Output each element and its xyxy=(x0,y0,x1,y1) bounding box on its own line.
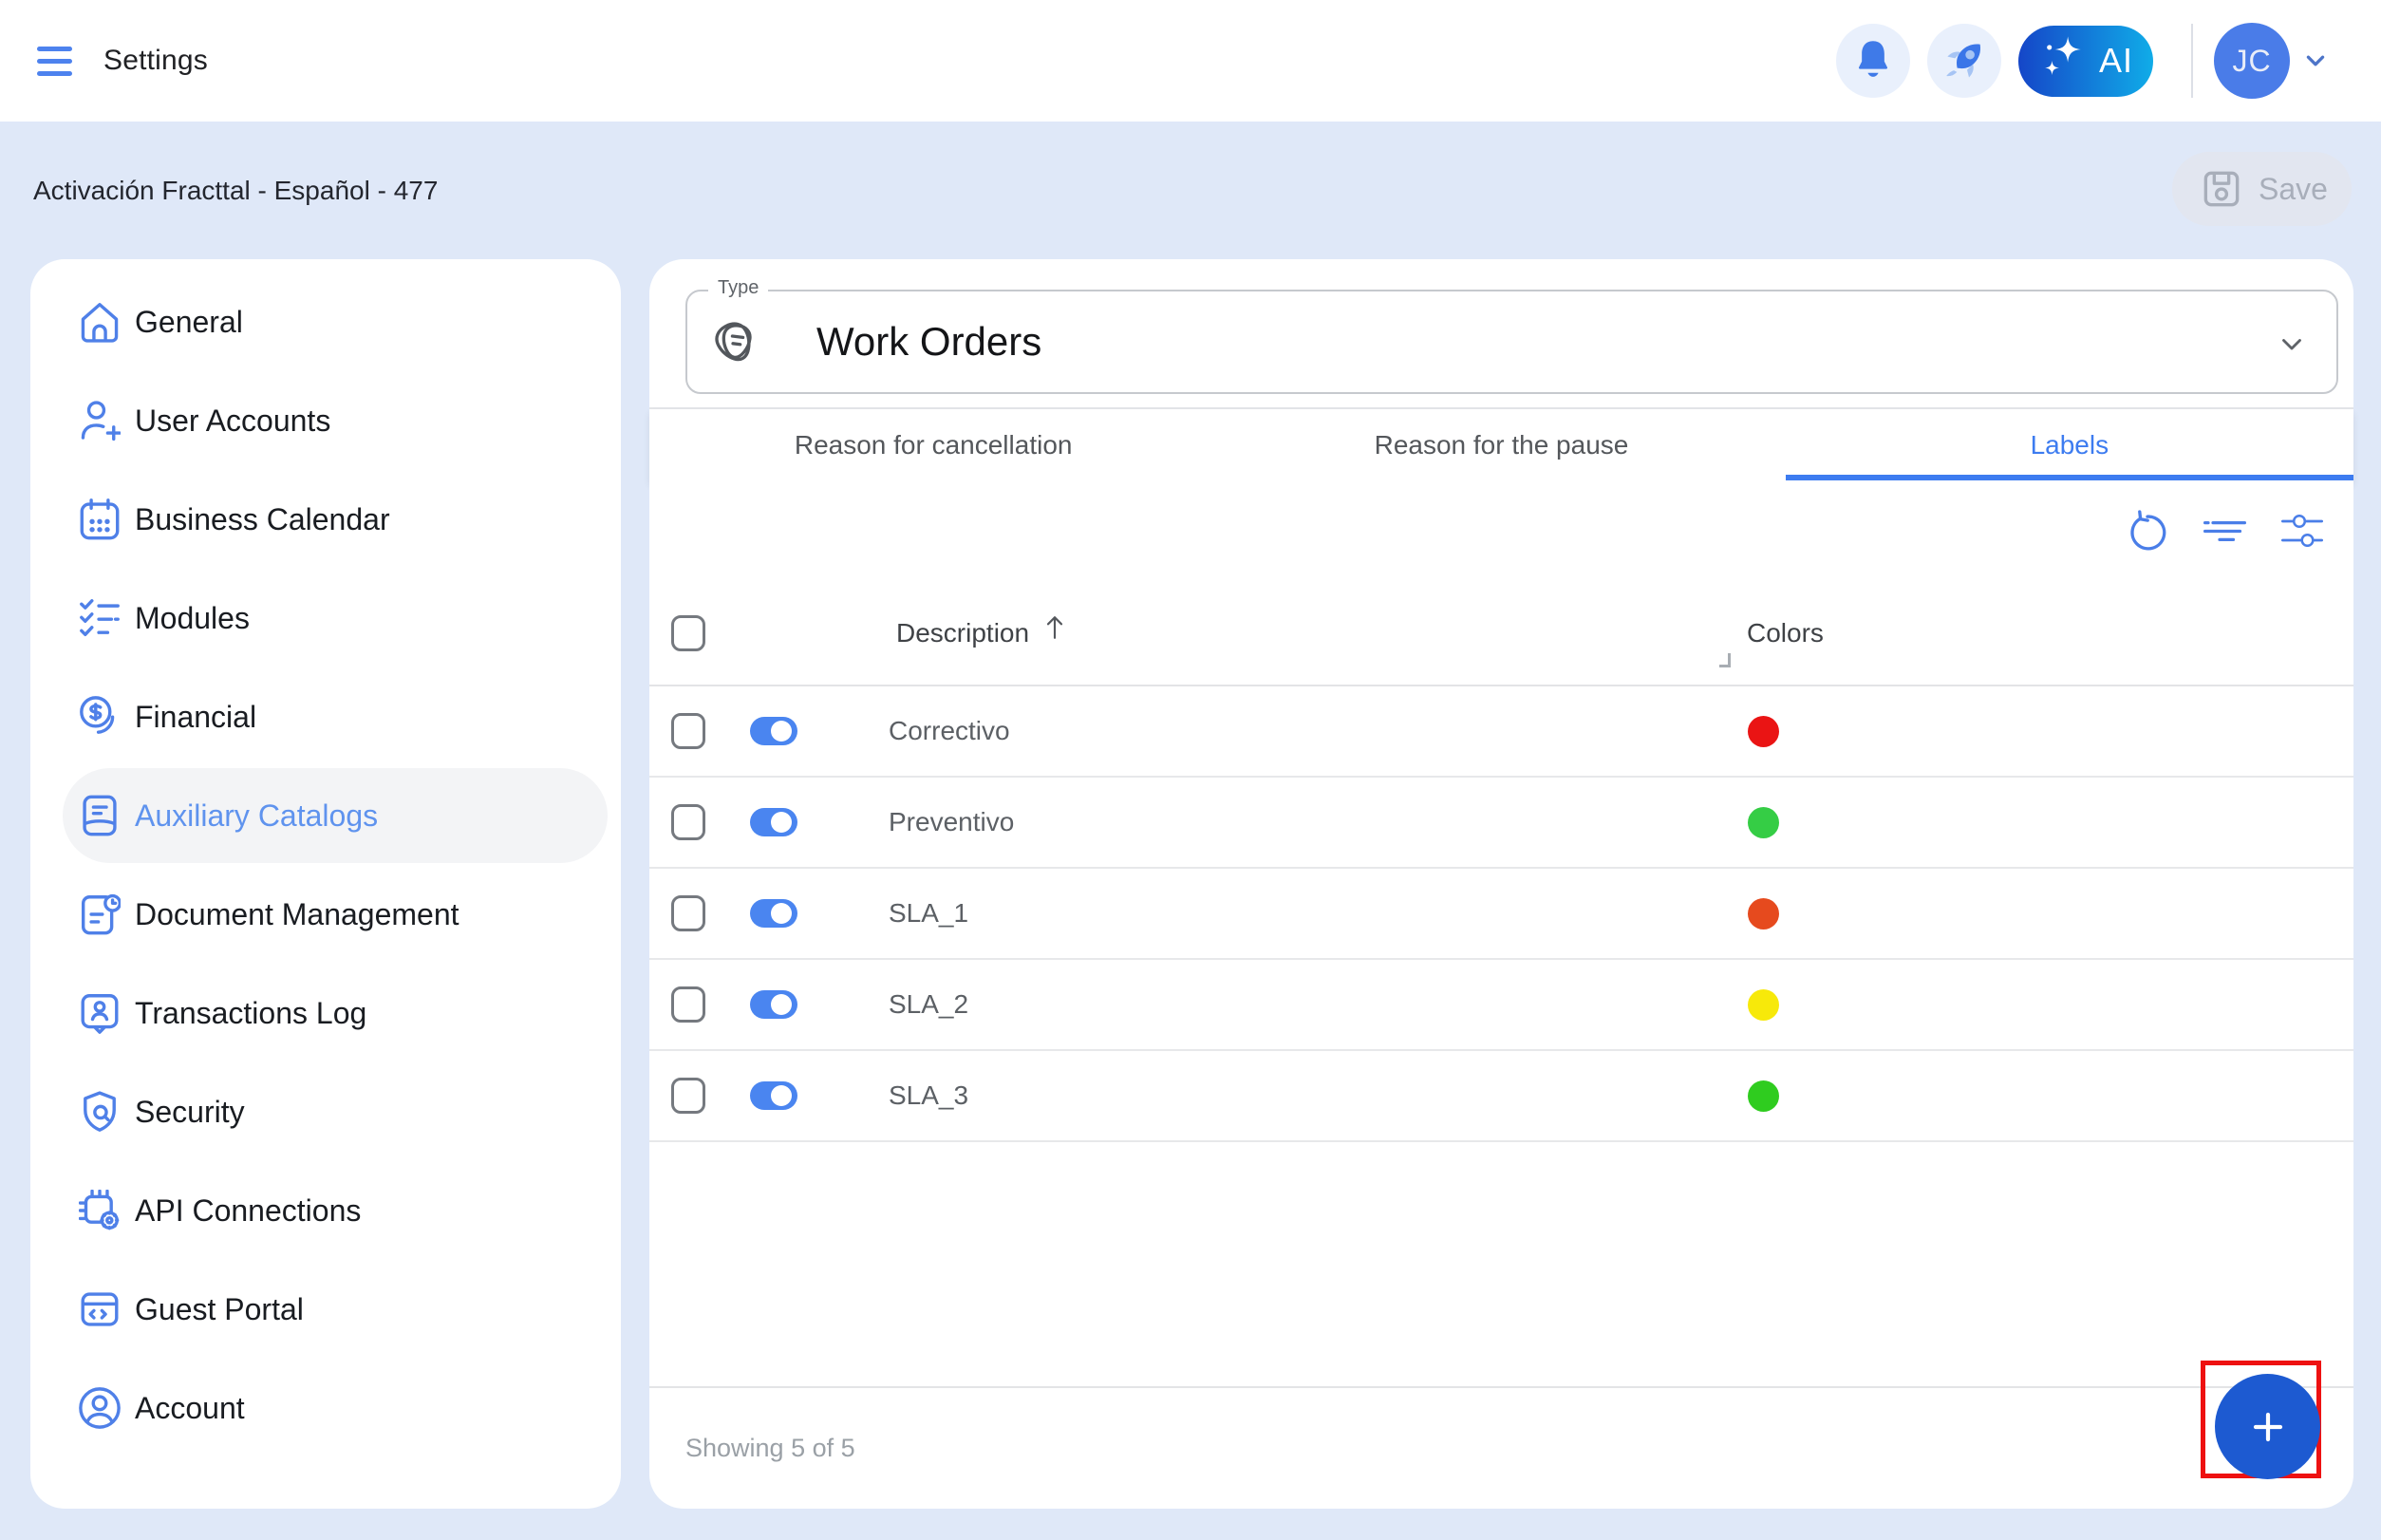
user-add-icon xyxy=(79,400,121,441)
type-value: Work Orders xyxy=(816,319,1041,365)
topbar: Settings xyxy=(0,0,2381,122)
document-clock-icon xyxy=(79,893,121,935)
table-footer: Showing 5 of 5 xyxy=(649,1386,2353,1509)
row-toggle[interactable] xyxy=(750,808,797,836)
row-checkbox[interactable] xyxy=(671,1078,705,1114)
row-checkbox[interactable] xyxy=(671,713,705,749)
notifications-button[interactable] xyxy=(1836,24,1910,98)
breadcrumb: Activación Fracttal - Español - 477 xyxy=(33,176,438,206)
menu-icon[interactable] xyxy=(37,47,72,76)
sparkle-icon xyxy=(2038,31,2093,90)
column-header-colors[interactable]: Colors xyxy=(1747,618,1824,648)
column-header-description[interactable]: Description xyxy=(896,618,1067,648)
table-toolbar xyxy=(649,480,2353,581)
sidebar-item-financial[interactable]: Financial xyxy=(63,669,608,764)
topbar-actions: AI JC xyxy=(1836,23,2328,99)
sidebar-item-transactions-log[interactable]: Transactions Log xyxy=(63,966,608,1061)
refresh-icon[interactable] xyxy=(2127,510,2168,552)
sidebar-item-modules[interactable]: Modules xyxy=(63,571,608,666)
chevron-down-icon[interactable] xyxy=(2303,48,2328,73)
row-checkbox[interactable] xyxy=(671,895,705,931)
calendar-icon xyxy=(79,498,121,540)
row-count-summary: Showing 5 of 5 xyxy=(685,1434,855,1463)
filter-icon[interactable] xyxy=(2203,521,2246,541)
tab-reason-for-the-pause[interactable]: Reason for the pause xyxy=(1217,409,1785,480)
type-field-area: Type Work Orders xyxy=(649,259,2353,409)
row-description: SLA_1 xyxy=(889,898,968,929)
row-checkbox[interactable] xyxy=(671,804,705,840)
tune-icon[interactable] xyxy=(2281,515,2323,547)
sidebar-item-business-calendar[interactable]: Business Calendar xyxy=(63,472,608,567)
sidebar-item-api-connections[interactable]: API Connections xyxy=(63,1163,608,1258)
whats-new-button[interactable] xyxy=(1927,24,2001,98)
table-row[interactable]: Correctivo xyxy=(649,686,2353,778)
color-dot xyxy=(1748,807,1779,838)
coin-icon xyxy=(79,696,121,738)
rocket-icon xyxy=(1934,30,1995,91)
work-order-tag-icon xyxy=(712,319,758,365)
color-dot xyxy=(1748,898,1779,930)
sidebar-item-account[interactable]: Account xyxy=(63,1361,608,1455)
sort-ascending-icon xyxy=(1042,613,1067,640)
card-code-icon xyxy=(79,1288,121,1330)
table-row[interactable]: Preventivo xyxy=(649,778,2353,869)
tab-labels[interactable]: Labels xyxy=(1786,409,2353,480)
chip-gear-icon xyxy=(79,1190,121,1231)
sidebar-item-user-accounts[interactable]: User Accounts xyxy=(63,373,608,468)
avatar[interactable]: JC xyxy=(2214,23,2290,99)
sidebar-item-auxiliary-catalogs[interactable]: Auxiliary Catalogs xyxy=(63,768,608,863)
shield-icon xyxy=(79,1091,121,1133)
person-circle-icon xyxy=(79,1387,121,1429)
add-button[interactable] xyxy=(2215,1374,2320,1479)
color-dot xyxy=(1748,1080,1779,1112)
sidebar-item-security[interactable]: Security xyxy=(63,1064,608,1159)
column-resize-handle[interactable] xyxy=(1719,653,1731,667)
catalog-icon xyxy=(79,795,121,836)
table-row[interactable]: SLA_3 xyxy=(649,1051,2353,1142)
save-button[interactable]: Save xyxy=(2172,152,2352,226)
type-label: Type xyxy=(708,277,768,299)
subheader: Activación Fracttal - Español - 477 Save xyxy=(0,122,2381,259)
home-icon xyxy=(79,301,121,343)
color-dot xyxy=(1748,989,1779,1021)
row-toggle[interactable] xyxy=(750,1081,797,1110)
divider xyxy=(2191,24,2193,98)
select-all-checkbox[interactable] xyxy=(671,615,705,651)
type-select[interactable]: Type Work Orders xyxy=(685,290,2338,394)
settings-sidebar: General User Accounts Business Calendar xyxy=(30,259,621,1509)
row-checkbox[interactable] xyxy=(671,986,705,1023)
checklist-icon xyxy=(79,597,121,639)
table-header: Description Colors xyxy=(649,581,2353,686)
row-toggle[interactable] xyxy=(750,990,797,1019)
select-chevron-icon xyxy=(2276,328,2308,360)
table-row[interactable]: SLA_1 xyxy=(649,869,2353,960)
sidebar-item-guest-portal[interactable]: Guest Portal xyxy=(63,1262,608,1357)
bell-icon xyxy=(1846,33,1901,88)
row-description: SLA_2 xyxy=(889,989,968,1020)
person-badge-icon xyxy=(79,992,121,1034)
main-panel: Type Work Orders Reason for cancellation… xyxy=(649,259,2353,1509)
save-icon xyxy=(2196,163,2247,215)
ai-button[interactable]: AI xyxy=(2018,26,2153,97)
row-toggle[interactable] xyxy=(750,899,797,928)
sidebar-item-document-management[interactable]: Document Management xyxy=(63,867,608,962)
color-dot xyxy=(1748,716,1779,747)
table-row[interactable]: SLA_2 xyxy=(649,960,2353,1051)
row-description: SLA_3 xyxy=(889,1080,968,1111)
row-description: Correctivo xyxy=(889,716,1010,746)
tab-reason-for-cancellation[interactable]: Reason for cancellation xyxy=(649,409,1217,480)
page-title: Settings xyxy=(103,45,208,77)
row-description: Preventivo xyxy=(889,807,1014,837)
sidebar-item-general[interactable]: General xyxy=(63,274,608,369)
plus-icon xyxy=(2252,1411,2284,1443)
row-toggle[interactable] xyxy=(750,717,797,745)
tabs: Reason for cancellation Reason for the p… xyxy=(649,409,2353,480)
